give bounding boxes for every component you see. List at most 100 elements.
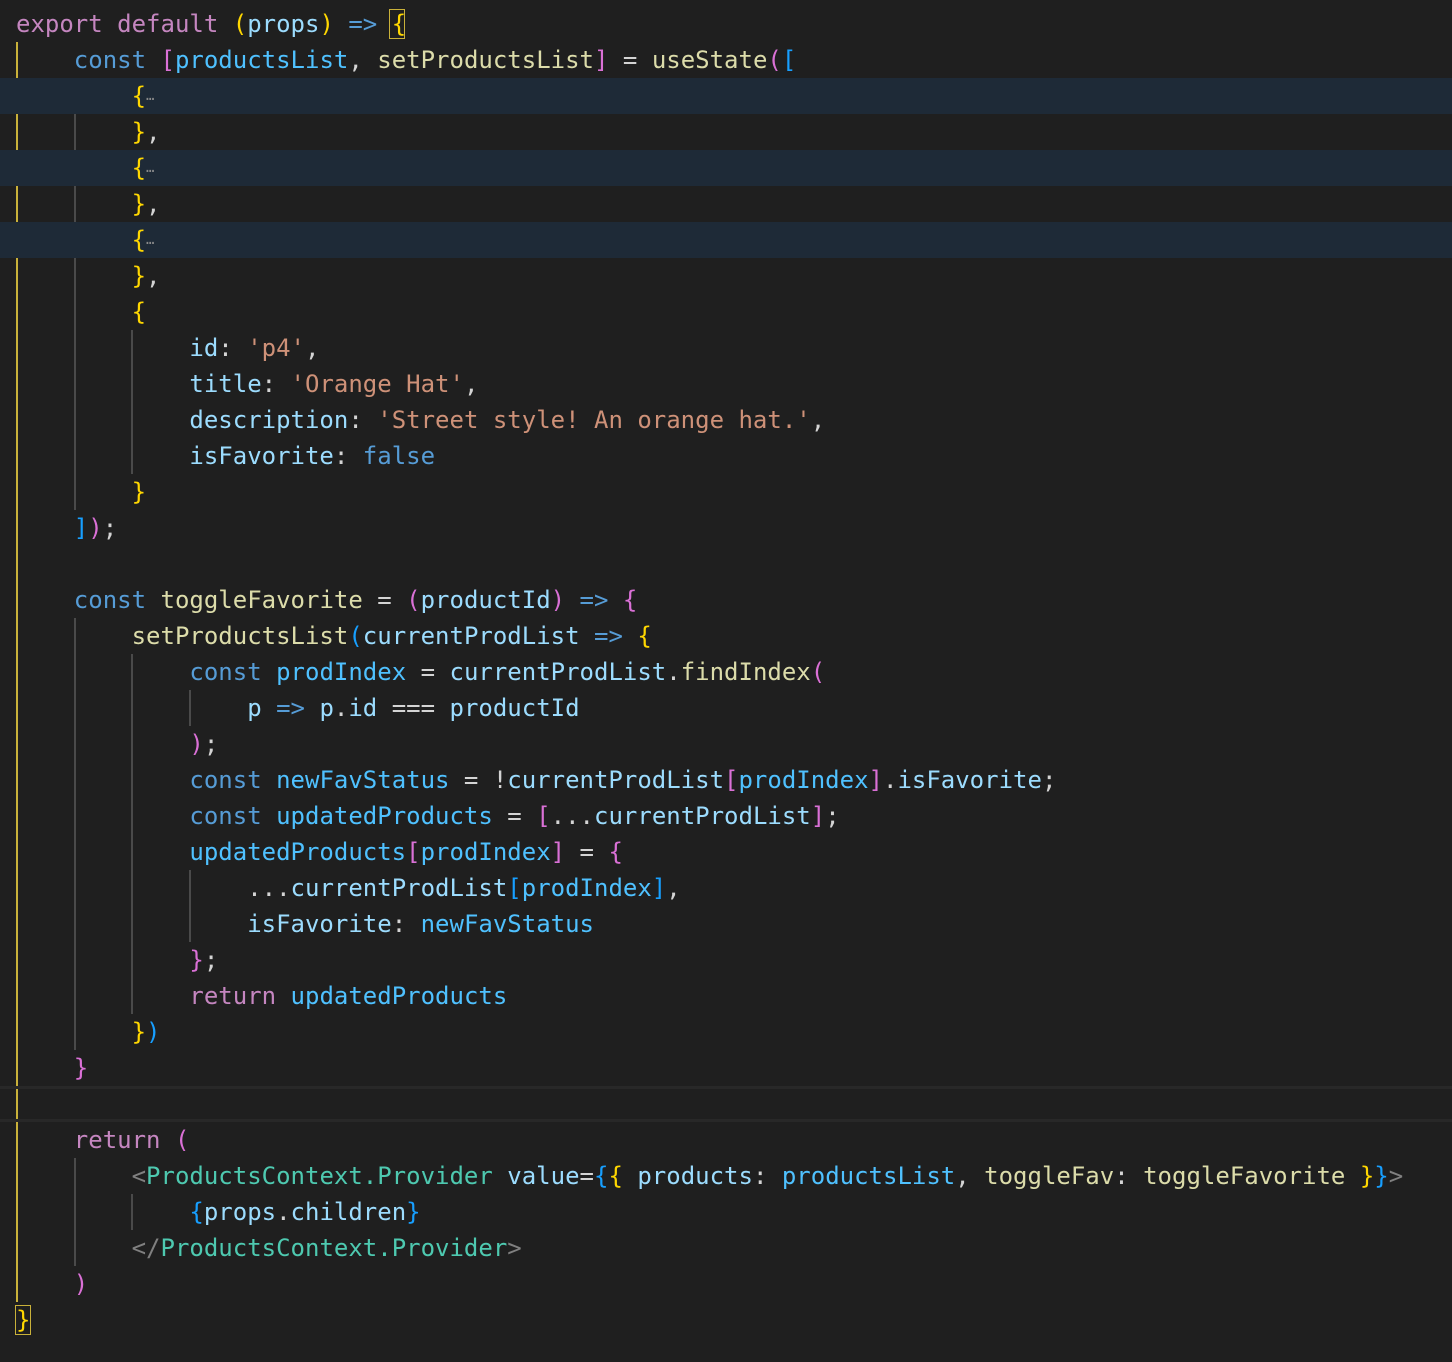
code-token: ) (189, 730, 204, 758)
code-line[interactable]: const [productsList, setProductsList] = … (0, 42, 1452, 78)
code-editor[interactable]: export default (props) => { const [produ… (0, 0, 1452, 1362)
code-token: currentProdList (507, 766, 725, 794)
code-line[interactable]: } (0, 474, 1452, 510)
code-token: productsList (781, 1162, 956, 1190)
code-token: { (608, 1162, 623, 1190)
code-line[interactable] (0, 1086, 1452, 1122)
code-line[interactable]: isFavorite: false (0, 438, 1452, 474)
code-line[interactable]: const newFavStatus = !currentProdList[pr… (0, 762, 1452, 798)
code-line[interactable]: {… (0, 78, 1452, 114)
code-token: updatedProducts (276, 802, 493, 830)
code-token: , (146, 190, 161, 218)
code-token: toggleFavorite (1143, 1162, 1346, 1190)
code-token: ... (16, 874, 291, 902)
folded-ellipsis-icon[interactable]: … (146, 150, 155, 186)
code-token: } (406, 1198, 421, 1226)
code-token: const (73, 586, 161, 614)
code-line[interactable]: description: 'Street style! An orange ha… (0, 402, 1452, 438)
code-token: < (131, 1162, 147, 1190)
code-line-text: p => p.id === productId (16, 690, 579, 726)
code-token: ) (319, 10, 334, 38)
code-line[interactable]: export default (props) => { (0, 6, 1452, 42)
code-line[interactable]: <ProductsContext.Provider value={{ produ… (0, 1158, 1452, 1194)
code-line[interactable]: return ( (0, 1122, 1452, 1158)
code-token: [ (507, 874, 522, 902)
code-token: export default (16, 10, 233, 38)
code-token: : (333, 442, 363, 470)
code-token: [ (160, 46, 175, 74)
code-line[interactable]: const toggleFavorite = (productId) => { (0, 582, 1452, 618)
code-token: props (203, 1198, 277, 1226)
code-line[interactable]: }, (0, 114, 1452, 150)
code-line[interactable]: {… (0, 150, 1452, 186)
code-line[interactable]: }, (0, 186, 1452, 222)
code-line[interactable]: title: 'Orange Hat', (0, 366, 1452, 402)
code-line-text: const updatedProducts = [...currentProdL… (16, 798, 840, 834)
code-token: = (492, 802, 537, 830)
code-line[interactable]: const updatedProducts = [...currentProdL… (0, 798, 1452, 834)
code-token: ( (232, 10, 248, 38)
code-token: : (261, 370, 291, 398)
code-line[interactable]: } (0, 1050, 1452, 1086)
code-line[interactable]: {… (0, 222, 1452, 258)
code-token: p (319, 694, 334, 722)
code-line[interactable]: }; (0, 942, 1452, 978)
code-line-text: ...currentProdList[prodIndex], (16, 870, 681, 906)
code-token: { (131, 226, 147, 254)
code-token: , (146, 118, 161, 146)
code-token: findIndex (680, 658, 811, 686)
code-token: } (73, 1054, 89, 1082)
code-line[interactable]: isFavorite: newFavStatus (0, 906, 1452, 942)
code-token: setProductsList (131, 622, 349, 650)
code-token: === (377, 694, 450, 722)
code-line-text: }, (16, 114, 161, 150)
code-line-text: } (16, 474, 146, 510)
folded-ellipsis-icon[interactable]: … (146, 78, 155, 114)
code-token: const (189, 658, 277, 686)
code-line[interactable] (0, 546, 1452, 582)
code-token: => (579, 622, 638, 650)
folded-ellipsis-icon[interactable]: … (146, 222, 155, 258)
code-token: ) (146, 1018, 161, 1046)
code-line[interactable]: setProductsList(currentProdList => { (0, 618, 1452, 654)
code-line[interactable]: }, (0, 258, 1452, 294)
code-token: } (189, 946, 204, 974)
code-token: ) (73, 1270, 89, 1298)
code-line[interactable]: ) (0, 1266, 1452, 1302)
code-token: > (1388, 1162, 1404, 1190)
code-line[interactable]: </ProductsContext.Provider> (0, 1230, 1452, 1266)
code-line[interactable]: {props.children} (0, 1194, 1452, 1230)
code-line-text: {props.children} (16, 1194, 421, 1230)
code-token: } (131, 478, 147, 506)
code-line[interactable]: updatedProducts[prodIndex] = { (0, 834, 1452, 870)
code-line[interactable]: { (0, 294, 1452, 330)
code-line-text: return updatedProducts (16, 978, 507, 1014)
code-line[interactable]: ); (0, 726, 1452, 762)
code-line[interactable]: ...currentProdList[prodIndex], (0, 870, 1452, 906)
code-line[interactable]: ]); (0, 510, 1452, 546)
code-line[interactable]: id: 'p4', (0, 330, 1452, 366)
code-token: , (463, 370, 479, 398)
code-line[interactable]: p => p.id === productId (0, 690, 1452, 726)
code-token: ] (810, 802, 826, 830)
code-line[interactable]: }) (0, 1014, 1452, 1050)
code-line[interactable]: return updatedProducts (0, 978, 1452, 1014)
code-token: prodIndex (521, 874, 652, 902)
code-line[interactable]: } (0, 1302, 1452, 1338)
code-token: ; (825, 802, 840, 830)
code-token: { (637, 622, 652, 650)
code-line[interactable]: const prodIndex = currentProdList.findIn… (0, 654, 1452, 690)
code-line-text: export default (props) => { (16, 6, 406, 42)
